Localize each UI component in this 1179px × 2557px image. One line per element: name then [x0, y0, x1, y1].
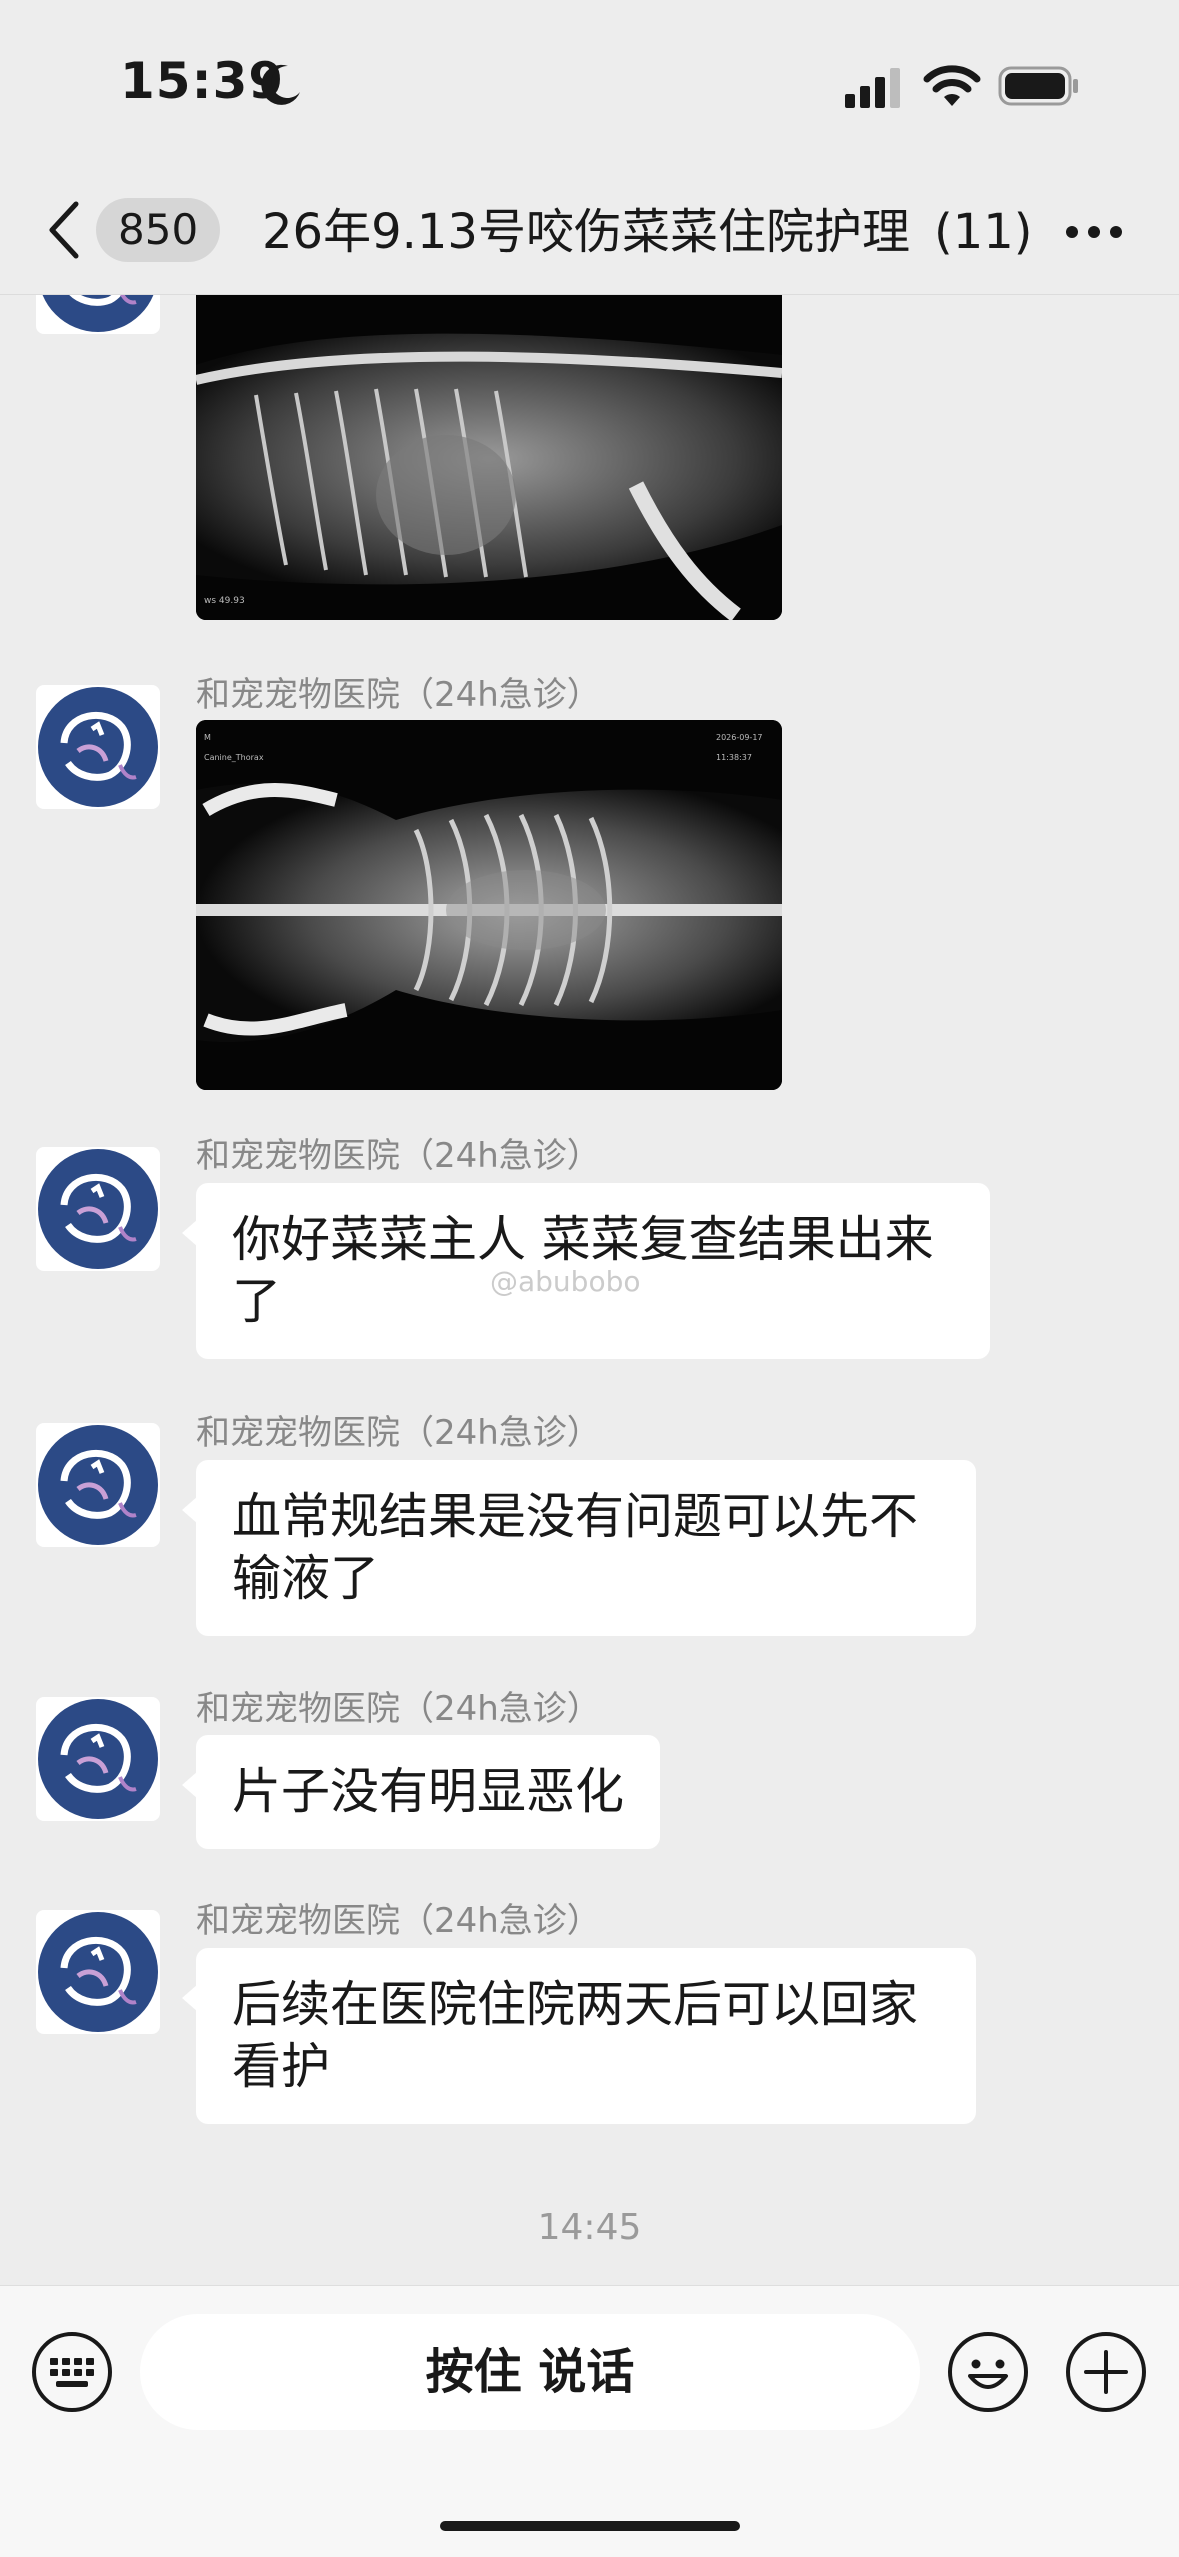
sender-name: 和宠宠物医院（24h急诊） [196, 1689, 601, 1729]
moon-icon [261, 64, 300, 105]
plus-icon[interactable] [1064, 2330, 1148, 2414]
svg-text:11:38:37: 11:38:37 [716, 753, 752, 762]
avatar[interactable] [36, 1423, 160, 1547]
group-member-count[interactable]: (11) [930, 200, 1033, 264]
avatar[interactable] [36, 1910, 160, 2034]
message-bubble[interactable]: 片子没有明显恶化 [181, 1735, 661, 1849]
home-indicator [440, 2521, 740, 2531]
avatar[interactable] [36, 1697, 160, 1821]
message-list[interactable]: ws 49.93 和宠宠物医院（24h急诊） M Canine_Thorax 2… [0, 295, 1179, 2285]
emoji-icon[interactable] [946, 2330, 1030, 2414]
wifi-icon [923, 65, 981, 106]
chevron-left-icon[interactable] [44, 198, 84, 262]
status-bar: 15:39 [0, 0, 1179, 170]
avatar[interactable] [36, 685, 160, 809]
chat-header: 850 26年9.13号咬伤菜菜住院护理 (11) [0, 170, 1179, 295]
sender-name: 和宠宠物医院（24h急诊） [196, 1901, 601, 1941]
message-bubble[interactable]: 血常规结果是没有问题可以先不输液了 [182, 1460, 976, 1636]
cellular-signal-icon [845, 68, 900, 108]
input-bar: 按住 说话 [0, 2285, 1179, 2557]
keyboard-icon[interactable] [30, 2330, 114, 2414]
sender-name: 和宠宠物医院（24h急诊） [196, 675, 601, 715]
watermark: @abubobo [490, 1265, 641, 1298]
svg-text:Canine_Thorax: Canine_Thorax [204, 753, 264, 762]
message-bubble[interactable]: 后续在医院住院两天后可以回家看护 [182, 1948, 976, 2124]
svg-text:M: M [204, 733, 211, 742]
more-dots-icon[interactable] [1062, 214, 1126, 250]
sender-name: 和宠宠物医院（24h急诊） [196, 1413, 601, 1453]
hold-to-talk-button[interactable]: 按住 说话 [140, 2314, 920, 2430]
avatar[interactable] [36, 295, 160, 334]
message-image-xray[interactable]: M Canine_Thorax 2026-09-17 11:38:37 [196, 720, 782, 1090]
avatar[interactable] [36, 1147, 160, 1271]
svg-text:ws 49.93: ws 49.93 [204, 596, 245, 606]
svg-text:2026-09-17: 2026-09-17 [716, 733, 763, 742]
unread-count-badge[interactable]: 850 [96, 198, 221, 262]
battery-icon [998, 66, 1078, 106]
sender-name: 和宠宠物医院（24h急诊） [196, 1136, 601, 1176]
message-timestamp: 14:45 [537, 2207, 642, 2248]
chat-title[interactable]: 26年9.13号咬伤菜菜住院护理 [262, 200, 962, 264]
message-image-xray[interactable]: ws 49.93 [196, 295, 782, 620]
